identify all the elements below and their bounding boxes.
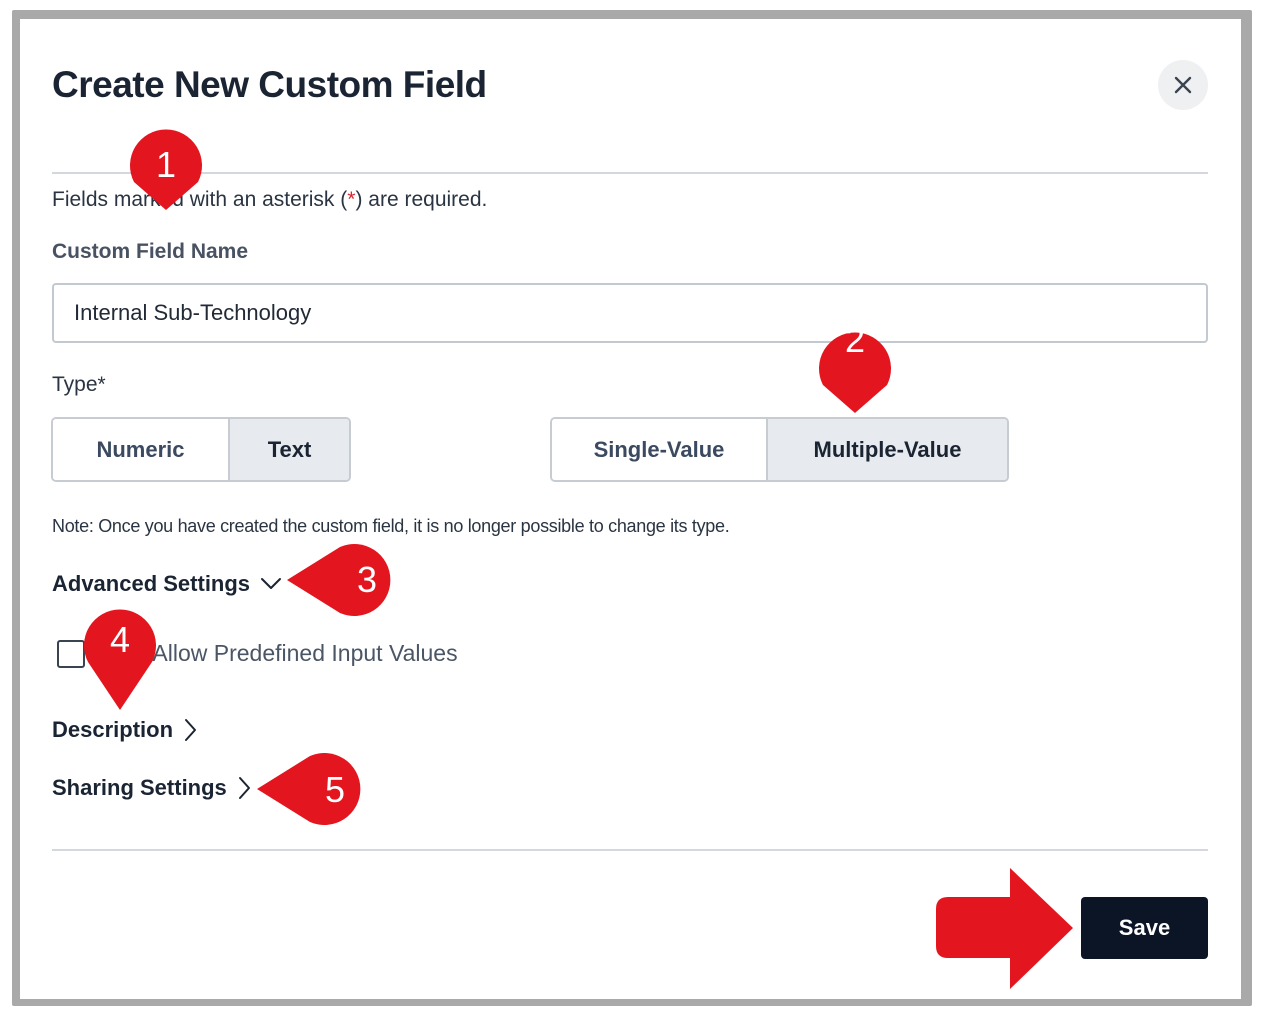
close-button[interactable]	[1158, 60, 1208, 110]
required-note-suffix: ) are required.	[355, 188, 488, 211]
predefined-values-checkbox[interactable]	[57, 640, 85, 668]
chevron-right-icon	[185, 719, 197, 741]
description-toggle[interactable]: Description	[52, 715, 197, 745]
chevron-down-icon	[261, 578, 282, 589]
type-change-note: Note: Once you have created the custom f…	[52, 516, 730, 536]
save-button[interactable]: Save	[1081, 897, 1208, 959]
predefined-values-label[interactable]: Only Allow Predefined Input Values	[100, 638, 458, 668]
cardinality-segmented-control: Single-Value Multiple-Value	[550, 417, 1009, 482]
chevron-right-icon	[238, 777, 250, 799]
advanced-settings-toggle[interactable]: Advanced Settings	[52, 569, 282, 599]
footer-divider	[52, 849, 1208, 851]
required-note-prefix: Fields marked with an asterisk (	[52, 188, 348, 211]
required-fields-note: Fields marked with an asterisk (*) are r…	[52, 186, 487, 214]
custom-field-name-input[interactable]	[52, 283, 1208, 343]
dialog-title: Create New Custom Field	[52, 64, 487, 105]
text-option[interactable]: Text	[228, 419, 349, 480]
description-label: Description	[52, 717, 174, 742]
close-icon	[1174, 76, 1192, 94]
dialog-panel	[20, 19, 1241, 999]
type-label: Type*	[52, 373, 106, 396]
sharing-settings-label: Sharing Settings	[52, 775, 227, 800]
custom-field-name-label: Custom Field Name	[52, 240, 249, 263]
multiple-value-option[interactable]: Multiple-Value	[766, 419, 1007, 480]
numeric-option[interactable]: Numeric	[53, 419, 228, 480]
sharing-settings-toggle[interactable]: Sharing Settings	[52, 773, 251, 803]
advanced-settings-label: Advanced Settings	[52, 571, 251, 596]
header-divider	[52, 172, 1208, 174]
format-segmented-control: Numeric Text	[51, 417, 351, 482]
single-value-option[interactable]: Single-Value	[552, 419, 766, 480]
